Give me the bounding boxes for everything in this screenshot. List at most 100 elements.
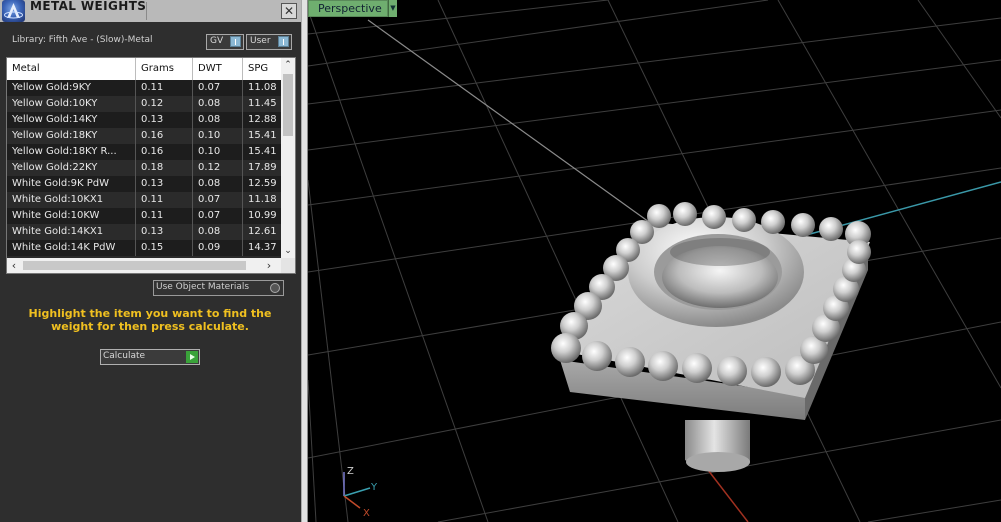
column-header-grams[interactable]: Grams bbox=[136, 58, 193, 80]
cell-grams: 0.11 bbox=[136, 192, 193, 208]
radio-icon[interactable] bbox=[270, 283, 280, 293]
axis-z-label: Z bbox=[347, 466, 354, 477]
cell-dwt: 0.08 bbox=[193, 224, 243, 240]
axis-x-label: X bbox=[363, 508, 370, 519]
cell-grams: 0.12 bbox=[136, 96, 193, 112]
panel-splitter[interactable] bbox=[301, 0, 308, 522]
cell-metal: Yellow Gold:14KY bbox=[7, 112, 136, 128]
axis-gizmo: Z Y X bbox=[343, 466, 378, 519]
viewport-scene: Z Y X bbox=[308, 0, 1001, 522]
table-row[interactable]: Yellow Gold:10KY 0.12 0.08 11.45 bbox=[7, 96, 281, 112]
toggle-switch-icon bbox=[278, 36, 289, 47]
arrow-left-icon[interactable]: ‹ bbox=[7, 258, 21, 273]
toggle-switch-icon bbox=[230, 36, 241, 47]
instruction-text: Highlight the item you want to find the … bbox=[28, 307, 272, 333]
column-header-spg[interactable]: SPG bbox=[243, 58, 281, 80]
cell-metal: Yellow Gold:22KY bbox=[7, 160, 136, 176]
cell-spg: 12.61 bbox=[248, 226, 277, 237]
cell-spg: 12.59 bbox=[248, 178, 277, 189]
cell-metal: Yellow Gold:10KY bbox=[7, 96, 136, 112]
dropdown-icon[interactable]: ▼ bbox=[388, 0, 397, 17]
play-icon bbox=[186, 351, 198, 363]
user-toggle-label: User bbox=[250, 36, 271, 46]
cell-grams: 0.11 bbox=[136, 208, 193, 224]
cell-metal: Yellow Gold:18KY R... bbox=[7, 144, 136, 160]
cell-dwt: 0.08 bbox=[193, 112, 243, 128]
horizontal-scrollbar[interactable]: ‹ › bbox=[7, 258, 295, 273]
cell-grams: 0.13 bbox=[136, 176, 193, 192]
cell-dwt: 0.07 bbox=[193, 208, 243, 224]
table-row[interactable]: White Gold:10KX1 0.11 0.07 11.18 bbox=[7, 192, 281, 208]
table-row[interactable]: White Gold:9K PdW 0.13 0.08 12.59 bbox=[7, 176, 281, 192]
perspective-viewport[interactable]: Z Y X Perspective ▼ bbox=[308, 0, 1001, 522]
ring-model[interactable] bbox=[551, 202, 871, 472]
arrow-up-icon[interactable]: ⌃ bbox=[281, 58, 295, 72]
title-separator bbox=[146, 2, 147, 20]
metal-table: Metal Grams DWT SPG Yellow Gold:9KY 0.11… bbox=[6, 57, 296, 274]
table-row[interactable]: Yellow Gold:14KY 0.13 0.08 12.88 bbox=[7, 112, 281, 128]
cell-metal: White Gold:14KX1 bbox=[7, 224, 136, 240]
cell-metal: White Gold:10KW bbox=[7, 208, 136, 224]
table-row[interactable]: Yellow Gold:9KY 0.11 0.07 11.08 bbox=[7, 80, 281, 96]
cell-grams: 0.13 bbox=[136, 112, 193, 128]
panel-title: METAL WEIGHTS bbox=[30, 0, 147, 13]
close-icon[interactable]: ✕ bbox=[281, 3, 297, 19]
cell-dwt: 0.08 bbox=[193, 96, 243, 112]
column-header-dwt[interactable]: DWT bbox=[193, 58, 243, 80]
cell-spg: 15.41 bbox=[248, 146, 277, 157]
calculate-label: Calculate bbox=[103, 351, 146, 361]
view-name-label[interactable]: Perspective bbox=[308, 0, 388, 17]
arrow-down-icon[interactable]: ⌄ bbox=[281, 244, 295, 258]
cell-dwt: 0.10 bbox=[193, 128, 243, 144]
table-header: Metal Grams DWT SPG bbox=[7, 58, 281, 80]
cell-dwt: 0.08 bbox=[193, 176, 243, 192]
cell-dwt: 0.09 bbox=[193, 240, 243, 256]
cell-metal: Yellow Gold:9KY bbox=[7, 80, 136, 96]
panel-titlebar: METAL WEIGHTS ✕ bbox=[0, 0, 301, 22]
cell-grams: 0.11 bbox=[136, 80, 193, 96]
library-label: Library: Fifth Ave - (Slow)-Metal bbox=[12, 35, 153, 45]
table-row[interactable]: White Gold:14K PdW 0.15 0.09 14.37 bbox=[7, 240, 281, 256]
cell-grams: 0.16 bbox=[136, 128, 193, 144]
cell-dwt: 0.10 bbox=[193, 144, 243, 160]
cell-grams: 0.13 bbox=[136, 224, 193, 240]
cell-spg: 14.37 bbox=[248, 242, 277, 253]
cell-metal: Yellow Gold:18KY bbox=[7, 128, 136, 144]
column-header-metal[interactable]: Metal bbox=[7, 58, 136, 80]
axis-y-label: Y bbox=[370, 482, 378, 493]
cell-spg: 17.89 bbox=[248, 162, 277, 173]
gv-toggle-label: GV bbox=[210, 36, 224, 46]
table-row[interactable]: Yellow Gold:18KY R... 0.16 0.10 15.41 bbox=[7, 144, 281, 160]
metal-weights-panel: METAL WEIGHTS ✕ Library: Fifth Ave - (Sl… bbox=[0, 0, 301, 522]
use-object-materials-option[interactable]: Use Object Materials bbox=[153, 280, 284, 296]
cell-dwt: 0.07 bbox=[193, 192, 243, 208]
use-object-materials-label: Use Object Materials bbox=[156, 282, 250, 292]
cell-spg: 11.45 bbox=[248, 98, 277, 109]
table-row[interactable]: Yellow Gold:18KY 0.16 0.10 15.41 bbox=[7, 128, 281, 144]
cell-spg: 15.41 bbox=[248, 130, 277, 141]
horizontal-scroll-thumb[interactable] bbox=[23, 261, 246, 270]
app-logo-icon bbox=[2, 0, 25, 22]
table-row[interactable]: White Gold:14KX1 0.13 0.08 12.61 bbox=[7, 224, 281, 240]
cell-spg: 10.99 bbox=[248, 210, 277, 221]
arrow-right-icon[interactable]: › bbox=[262, 258, 276, 273]
calculate-button[interactable]: Calculate bbox=[100, 349, 200, 365]
vertical-scroll-thumb[interactable] bbox=[283, 74, 293, 136]
gv-toggle[interactable]: GV bbox=[206, 34, 244, 50]
cell-metal: White Gold:14K PdW bbox=[7, 240, 136, 256]
vertical-scrollbar[interactable]: ⌃ ⌄ bbox=[281, 58, 295, 258]
cell-spg: 11.18 bbox=[248, 194, 277, 205]
scroll-corner bbox=[281, 258, 295, 273]
cell-metal: White Gold:10KX1 bbox=[7, 192, 136, 208]
table-row[interactable]: Yellow Gold:22KY 0.18 0.12 17.89 bbox=[7, 160, 281, 176]
cell-dwt: 0.12 bbox=[193, 160, 243, 176]
cell-grams: 0.15 bbox=[136, 240, 193, 256]
table-row[interactable]: White Gold:10KW 0.11 0.07 10.99 bbox=[7, 208, 281, 224]
cell-metal: White Gold:9K PdW bbox=[7, 176, 136, 192]
cell-dwt: 0.07 bbox=[193, 80, 243, 96]
table-body: Yellow Gold:9KY 0.11 0.07 11.08 Yellow G… bbox=[7, 80, 281, 256]
user-toggle[interactable]: User bbox=[246, 34, 292, 50]
cell-grams: 0.18 bbox=[136, 160, 193, 176]
cell-spg: 12.88 bbox=[248, 114, 277, 125]
cell-grams: 0.16 bbox=[136, 144, 193, 160]
